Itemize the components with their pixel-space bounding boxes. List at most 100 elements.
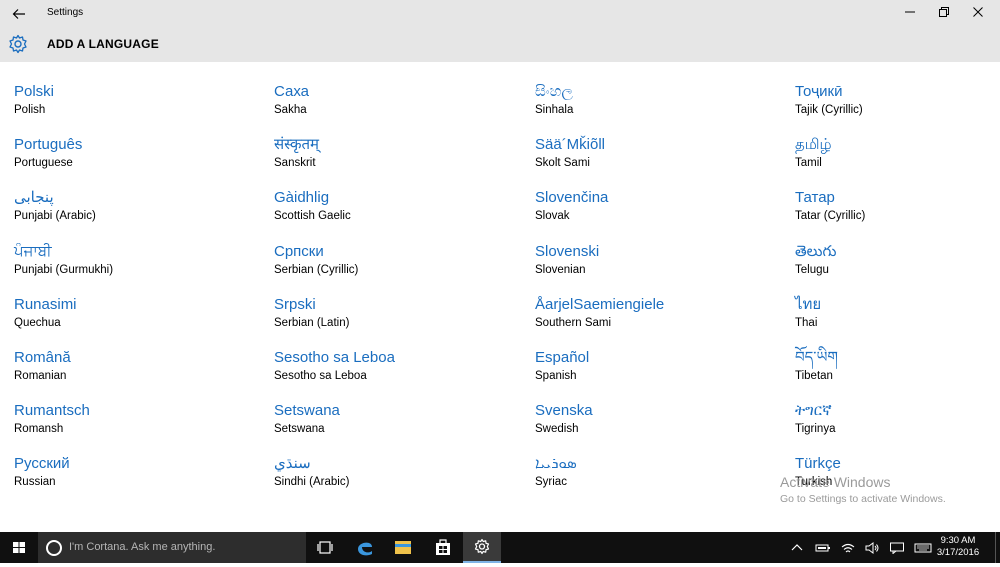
show-desktop-button[interactable] <box>995 532 1000 563</box>
language-item-southern-sami[interactable]: ÅarjelSaemiengiele Southern Sami <box>535 295 785 348</box>
language-item-tibetan[interactable]: བོད་ཡིག Tibetan <box>795 348 1000 401</box>
language-item-sinhala[interactable]: සිංහල Sinhala <box>535 82 785 135</box>
language-native-name: Română <box>14 348 71 366</box>
page-header: ADD A LANGUAGE <box>0 28 1000 62</box>
language-native-name: Саха <box>274 83 310 100</box>
language-english-name: Russian <box>14 476 56 489</box>
language-item-slovak[interactable]: Slovenčina Slovak <box>535 188 785 241</box>
language-item-sakha[interactable]: Саха Sakha <box>274 82 524 135</box>
windows-logo-icon <box>13 542 25 553</box>
language-item-quechua[interactable]: Runasimi Quechua <box>14 295 264 348</box>
language-english-name: Romanian <box>14 369 67 382</box>
file-explorer-button[interactable] <box>384 532 422 563</box>
language-item-tajik-cyrillic[interactable]: Тоҷикӣ Tajik (Cyrillic) <box>795 82 1000 135</box>
language-native-name: Русский <box>14 455 70 473</box>
settings-taskbar-button[interactable] <box>463 532 501 563</box>
language-item-portuguese[interactable]: Português Portuguese <box>14 135 264 188</box>
gear-icon <box>8 34 30 56</box>
task-view-icon <box>317 541 333 554</box>
language-item-syriac[interactable]: ܣܘܪܝܝܐ Syriac <box>535 454 785 507</box>
language-native-name: Српски <box>274 242 324 260</box>
language-item-tigrinya[interactable]: ትግርኛ Tigrinya <box>795 401 1000 454</box>
edge-button[interactable] <box>346 532 384 563</box>
clock-time: 9:30 AM <box>940 535 976 546</box>
language-english-name: Southern Sami <box>535 316 612 329</box>
language-native-name: Тоҷикӣ <box>795 83 843 100</box>
language-english-name: Slovenian <box>535 263 586 276</box>
language-english-name: Serbian (Latin) <box>274 316 350 329</box>
language-item-serbian-cyrillic[interactable]: Српски Serbian (Cyrillic) <box>274 242 524 295</box>
language-item-sindhi-arabic[interactable]: سنڌي Sindhi (Arabic) <box>274 454 524 507</box>
chevron-up-icon[interactable] <box>786 532 808 563</box>
clock-date: 3/17/2016 <box>936 547 980 558</box>
notifications-icon[interactable] <box>886 532 908 563</box>
language-item-russian[interactable]: Русский Russian <box>14 454 264 507</box>
language-item-sesotho-sa-leboa[interactable]: Sesotho sa Leboa Sesotho sa Leboa <box>274 348 524 401</box>
volume-icon[interactable] <box>861 532 883 563</box>
language-column-1: Polski Polish Português Portuguese پنجابی P… <box>14 82 264 508</box>
close-button[interactable] <box>961 0 995 28</box>
language-item-romansh[interactable]: Rumantsch Romansh <box>14 401 264 454</box>
settings-gear-icon <box>474 538 490 555</box>
start-button[interactable] <box>0 532 38 563</box>
language-item-punjabi-gurmukhi[interactable]: ਪੰਜਾਬੀ Punjabi (Gurmukhi) <box>14 242 264 295</box>
language-item-swedish[interactable]: Svenska Swedish <box>535 401 785 454</box>
language-item-skolt-sami[interactable]: Sää´Mǩiõll Skolt Sami <box>535 135 785 188</box>
language-item-thai[interactable]: ไทย Thai <box>795 295 1000 348</box>
language-item-punjabi-arabic[interactable]: پنجابی Punjabi (Arabic) <box>14 188 264 241</box>
language-native-name: Rumantsch <box>14 402 90 420</box>
wifi-icon[interactable] <box>837 532 859 563</box>
language-english-name: Tajik (Cyrillic) <box>795 104 863 116</box>
battery-icon[interactable] <box>812 532 834 563</box>
language-native-name: Slovenski <box>535 242 600 260</box>
language-english-name: Punjabi (Gurmukhi) <box>14 263 114 276</box>
language-english-name: Slovak <box>535 210 570 223</box>
minimize-button[interactable] <box>893 0 927 28</box>
language-native-name: Татар <box>795 189 835 207</box>
language-english-name: Sanskrit <box>274 157 316 170</box>
system-clock[interactable]: 9:30 AM 3/17/2016 <box>935 535 981 559</box>
language-item-telugu[interactable]: తెలుగు Telugu <box>795 242 1000 295</box>
language-item-slovenian[interactable]: Slovenski Slovenian <box>535 242 785 295</box>
language-english-name: Polish <box>14 104 46 116</box>
cortana-search-box[interactable]: I'm Cortana. Ask me anything. <box>38 532 306 563</box>
back-arrow-icon[interactable] <box>8 3 30 25</box>
store-icon <box>436 539 450 555</box>
taskbar: I'm Cortana. Ask me anything. 9:30 AM 3/… <box>0 532 1000 563</box>
language-column-3: සිංහල Sinhala Sää´Mǩiõll Skolt Sami Sloven… <box>535 82 785 508</box>
task-view-button[interactable] <box>306 532 344 563</box>
language-english-name: Skolt Sami <box>535 157 590 170</box>
language-native-name: සිංහල <box>535 83 573 100</box>
language-native-name: سنڌي <box>274 455 311 473</box>
folder-icon <box>395 541 411 554</box>
language-english-name: Punjabi (Arabic) <box>14 210 96 223</box>
language-native-name: தமிழ் <box>795 136 832 154</box>
language-english-name: Sinhala <box>535 104 574 116</box>
language-item-serbian-latin[interactable]: Srpski Serbian (Latin) <box>274 295 524 348</box>
language-english-name: Tibetan <box>795 369 833 382</box>
language-item-romanian[interactable]: Română Romanian <box>14 348 264 401</box>
language-item-polish[interactable]: Polski Polish <box>14 82 264 135</box>
language-english-name: Sindhi (Arabic) <box>274 476 350 489</box>
language-item-spanish[interactable]: Español Spanish <box>535 348 785 401</box>
language-native-name: Sesotho sa Leboa <box>274 348 395 366</box>
language-item-tatar-cyrillic[interactable]: Татар Tatar (Cyrillic) <box>795 188 1000 241</box>
language-native-name: Español <box>535 348 590 366</box>
language-item-setswana[interactable]: Setswana Setswana <box>274 401 524 454</box>
store-button[interactable] <box>424 532 462 563</box>
language-english-name: Thai <box>795 316 818 329</box>
language-item-scottish-gaelic[interactable]: Gàidhlig Scottish Gaelic <box>274 188 524 241</box>
cortana-placeholder: I'm Cortana. Ask me anything. <box>69 541 216 553</box>
language-native-name: ÅarjelSaemiengiele <box>535 295 665 313</box>
maximize-button[interactable] <box>927 0 961 28</box>
activation-watermark: Activate Windows Go to Settings to activ… <box>780 473 946 507</box>
language-item-sanskrit[interactable]: संस्कृतम् Sanskrit <box>274 135 524 188</box>
keyboard-icon[interactable] <box>912 532 934 563</box>
language-english-name: Sesotho sa Leboa <box>274 369 367 382</box>
title-bar: Settings <box>0 0 1000 28</box>
language-native-name: བོད་ཡིག <box>795 348 838 366</box>
language-item-tamil[interactable]: தமிழ் Tamil <box>795 135 1000 188</box>
language-native-name: Slovenčina <box>535 189 609 207</box>
language-native-name: संस्कृतम् <box>274 136 320 154</box>
language-native-name: Português <box>14 136 83 154</box>
